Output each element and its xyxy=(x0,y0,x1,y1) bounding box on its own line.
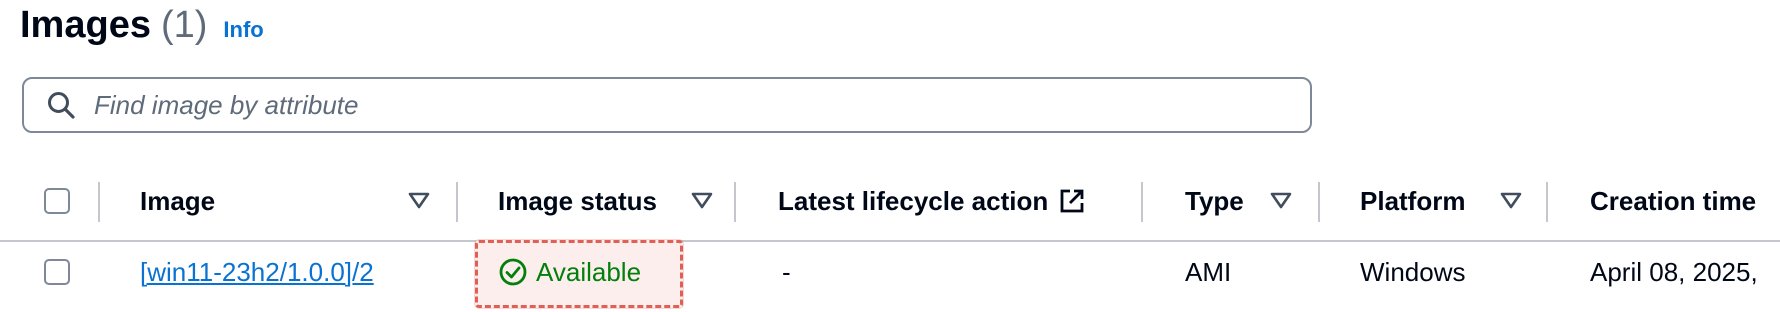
column-divider[interactable] xyxy=(1318,182,1320,222)
external-link-icon[interactable] xyxy=(1058,187,1086,215)
image-count: (1) xyxy=(160,4,208,46)
sort-image-status-button[interactable] xyxy=(691,170,713,232)
status-text: Available xyxy=(536,256,642,287)
column-label-creation-time: Creation time xyxy=(1590,185,1757,216)
page-header: Images (1) Info xyxy=(20,4,264,52)
row-select-checkbox-cell[interactable] xyxy=(44,240,70,304)
column-header-type[interactable]: Type xyxy=(1185,170,1244,232)
column-header-platform[interactable]: Platform xyxy=(1360,170,1465,232)
image-cell[interactable]: [win11-23h2/1.0.0]/2 xyxy=(140,240,374,304)
column-header-latest-lifecycle-action[interactable]: Latest lifecycle action xyxy=(778,170,1086,232)
page-title: Images xyxy=(20,4,151,46)
creation-time-value: April 08, 2025, xyxy=(1590,256,1758,287)
type-value: AMI xyxy=(1185,256,1232,287)
latest-lifecycle-action-value: - xyxy=(782,256,791,287)
sort-platform-button[interactable] xyxy=(1500,170,1522,232)
image-link[interactable]: [win11-23h2/1.0.0]/2 xyxy=(140,257,374,288)
column-label-platform: Platform xyxy=(1360,185,1466,216)
latest-lifecycle-action-cell: - xyxy=(782,240,791,304)
info-link[interactable]: Info xyxy=(223,17,263,43)
sort-caret-icon xyxy=(408,192,430,209)
sort-caret-icon xyxy=(691,192,713,209)
select-all-checkbox-cell[interactable] xyxy=(44,170,70,232)
image-status-cell: Available xyxy=(498,240,641,304)
column-divider[interactable] xyxy=(1141,182,1143,222)
column-divider[interactable] xyxy=(1546,182,1548,222)
column-label-image: Image xyxy=(140,185,216,216)
search-bar[interactable] xyxy=(22,77,1312,133)
sort-caret-icon xyxy=(1270,192,1292,209)
creation-time-cell: April 08, 2025, xyxy=(1590,240,1758,304)
sort-caret-icon xyxy=(1500,192,1522,209)
status-check-icon xyxy=(499,258,527,286)
column-header-creation-time[interactable]: Creation time xyxy=(1590,170,1756,232)
column-divider[interactable] xyxy=(456,182,458,222)
platform-cell: Windows xyxy=(1360,240,1465,304)
search-icon xyxy=(48,92,75,119)
column-label-latest-lifecycle-action: Latest lifecycle action xyxy=(778,185,1049,216)
search-input[interactable] xyxy=(92,88,1246,122)
column-header-image[interactable]: Image xyxy=(140,170,215,232)
column-label-image-status: Image status xyxy=(498,185,657,216)
sort-image-button[interactable] xyxy=(408,170,430,232)
sort-type-button[interactable] xyxy=(1270,170,1292,232)
table-header: Image Image status Latest lifecycle acti… xyxy=(0,170,1780,242)
column-divider[interactable] xyxy=(734,182,736,222)
column-divider[interactable] xyxy=(98,182,100,222)
select-all-checkbox[interactable] xyxy=(44,188,70,214)
column-label-type: Type xyxy=(1185,185,1244,216)
platform-value: Windows xyxy=(1360,256,1466,287)
type-cell: AMI xyxy=(1185,240,1231,304)
column-header-image-status[interactable]: Image status xyxy=(498,170,657,232)
row-select-checkbox[interactable] xyxy=(44,259,70,285)
table-row[interactable]: [win11-23h2/1.0.0]/2 Available - AMI Win… xyxy=(0,240,1780,312)
